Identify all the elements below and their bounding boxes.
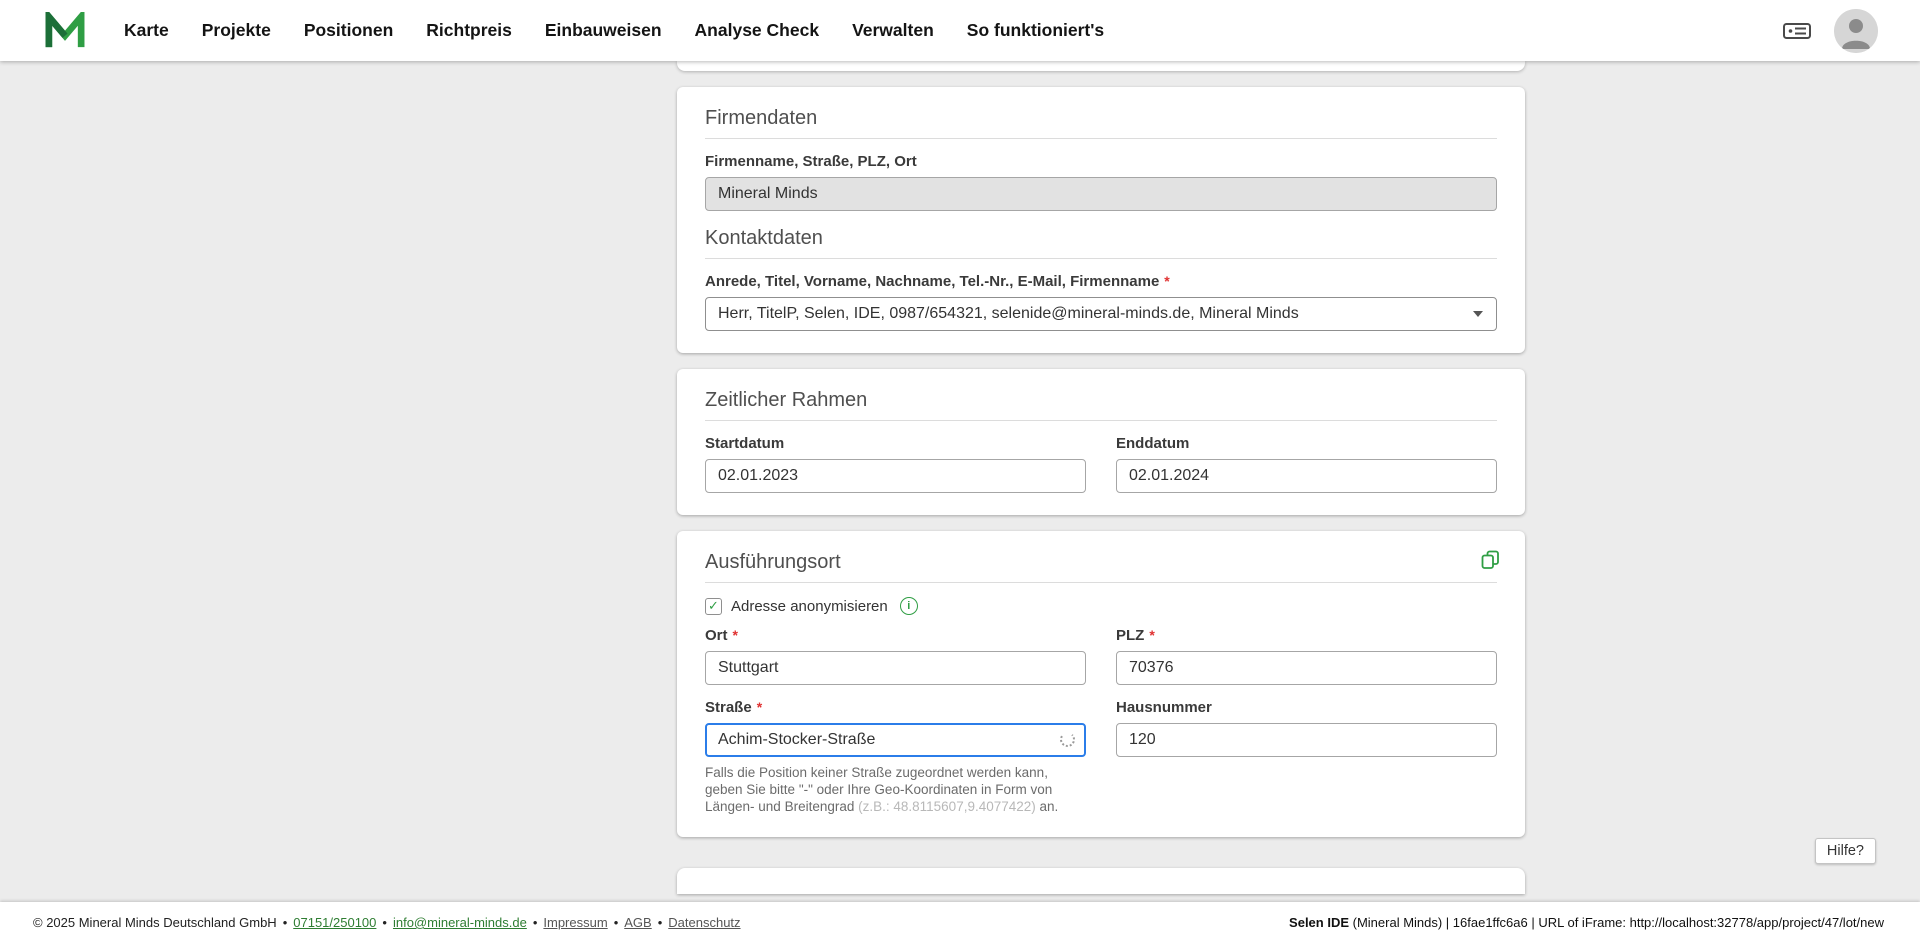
footer-email-link[interactable]: info@mineral-minds.de <box>393 915 527 930</box>
nav-item-analyse-check[interactable]: Analyse Check <box>695 20 820 41</box>
bullet-separator: • <box>382 915 387 930</box>
plz-input[interactable] <box>1116 651 1497 685</box>
contact-select[interactable]: Herr, TitelP, Selen, IDE, 0987/654321, s… <box>705 297 1497 331</box>
bullet-separator: • <box>657 915 663 930</box>
check-icon: ✓ <box>708 598 719 613</box>
nav-item-verwalten[interactable]: Verwalten <box>852 20 934 41</box>
nav-item-projekte[interactable]: Projekte <box>202 20 271 41</box>
required-marker: * <box>756 699 763 715</box>
enddatum-label: Enddatum <box>1116 435 1190 452</box>
card-zeitlicher-rahmen: Zeitlicher Rahmen Startdatum Enddatum <box>677 369 1525 515</box>
divider <box>705 582 1497 583</box>
geo-example-text: (z.B.: 48.8115607,9.4077422) <box>858 799 1036 814</box>
footer-datenschutz-link[interactable]: Datenschutz <box>668 915 740 930</box>
main-content: Firmendaten Firmenname, Straße, PLZ, Ort… <box>0 61 1920 902</box>
anonymize-checkbox[interactable]: ✓ <box>705 597 722 615</box>
nav-item-so-funktionierts[interactable]: So funktioniert's <box>967 20 1104 41</box>
mineral-minds-logo-icon[interactable] <box>44 11 86 50</box>
main-nav: Karte Projekte Positionen Richtpreis Ein… <box>124 20 1104 41</box>
card-firmendaten: Firmendaten Firmenname, Straße, PLZ, Ort… <box>677 87 1525 353</box>
bullet-separator: • <box>282 915 288 930</box>
firmendaten-title: Firmendaten <box>705 107 818 129</box>
required-marker: * <box>1164 273 1170 289</box>
nav-item-richtpreis[interactable]: Richtpreis <box>426 20 512 41</box>
divider <box>705 258 1497 259</box>
required-marker: * <box>732 627 738 643</box>
hausnummer-label: Hausnummer <box>1116 699 1212 716</box>
partial-card-top <box>677 61 1525 71</box>
chevron-down-icon <box>1473 311 1483 317</box>
footer-impressum-link[interactable]: Impressum <box>543 915 607 930</box>
strasse-input[interactable] <box>705 723 1086 757</box>
nav-item-positionen[interactable]: Positionen <box>304 20 393 41</box>
hausnummer-input[interactable] <box>1116 723 1497 757</box>
divider <box>705 138 1497 139</box>
ausfuehrungsort-title: Ausführungsort <box>705 551 841 573</box>
anonymize-label: Adresse anonymisieren <box>731 597 888 615</box>
startdatum-label: Startdatum <box>705 435 785 452</box>
footer-debug-info: Selen IDE (Mineral Minds) | 16fae1ffc6a6… <box>1289 915 1884 930</box>
footer-phone-link[interactable]: 07151/250100 <box>293 915 376 930</box>
server-icon[interactable] <box>1782 18 1812 44</box>
startdatum-input[interactable] <box>705 459 1086 493</box>
partial-card-bottom <box>677 868 1525 894</box>
ort-input[interactable] <box>705 651 1086 685</box>
copy-icon[interactable] <box>1480 549 1501 575</box>
strasse-label: Straße * <box>705 699 763 716</box>
nav-item-karte[interactable]: Karte <box>124 20 169 41</box>
zeitraum-title: Zeitlicher Rahmen <box>705 389 868 411</box>
company-label: Firmenname, Straße, PLZ, Ort <box>705 153 917 170</box>
bullet-separator: • <box>532 915 538 930</box>
top-navbar: Karte Projekte Positionen Richtpreis Ein… <box>0 0 1920 61</box>
footer: © 2025 Mineral Minds Deutschland GmbH • … <box>0 902 1920 943</box>
strasse-help-text: Falls die Position keiner Straße zugeord… <box>705 765 1059 814</box>
footer-agb-link[interactable]: AGB <box>624 915 651 930</box>
info-icon[interactable]: i <box>899 597 918 615</box>
user-avatar[interactable] <box>1834 8 1878 53</box>
plz-label: PLZ * <box>1116 627 1155 644</box>
help-button[interactable]: Hilfe? <box>1814 838 1876 864</box>
kontaktdaten-title: Kontaktdaten <box>705 227 823 249</box>
nav-item-einbauweisen[interactable]: Einbauweisen <box>545 20 662 41</box>
required-marker: * <box>1149 627 1155 643</box>
ort-label: Ort * <box>705 627 738 644</box>
footer-copyright: © 2025 Mineral Minds Deutschland GmbH <box>33 915 277 930</box>
enddatum-input[interactable] <box>1116 459 1497 493</box>
divider <box>705 420 1497 421</box>
contact-label: Anrede, Titel, Vorname, Nachname, Tel.-N… <box>705 273 1170 290</box>
loading-spinner-icon <box>1060 732 1075 747</box>
company-name-input <box>705 177 1497 211</box>
bullet-separator: • <box>613 915 619 930</box>
card-ausfuehrungsort: Ausführungsort ✓ Adresse anonymisieren i… <box>677 531 1525 837</box>
